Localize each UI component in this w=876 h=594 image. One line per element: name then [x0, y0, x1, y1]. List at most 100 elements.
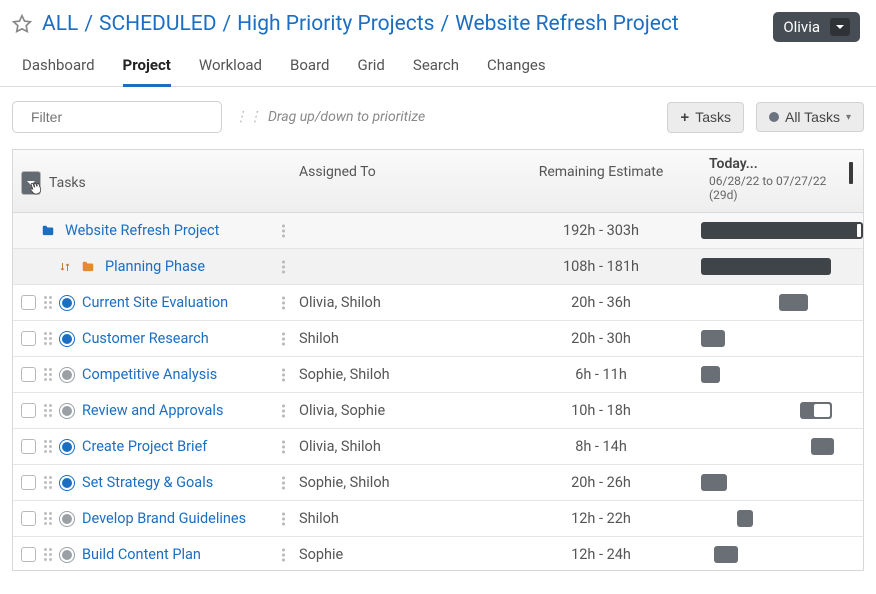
crumb-scheduled[interactable]: SCHEDULED	[99, 12, 216, 36]
bullet-icon	[769, 112, 779, 122]
all-tasks-filter[interactable]: All Tasks ▾	[756, 102, 864, 132]
crumb-current[interactable]: Website Refresh Project	[455, 12, 679, 36]
task-checkbox[interactable]	[21, 331, 36, 346]
drag-handle[interactable]	[44, 296, 52, 309]
assigned-value: Sophie, Shiloh	[299, 474, 390, 491]
collapse-all-toggle[interactable]	[21, 171, 41, 195]
star-icon[interactable]	[12, 14, 32, 34]
drag-handle[interactable]	[44, 368, 52, 381]
row-menu[interactable]	[282, 404, 285, 417]
drag-handle[interactable]	[44, 512, 52, 525]
task-checkbox[interactable]	[21, 403, 36, 418]
gantt-bar[interactable]	[701, 474, 727, 491]
drag-handle[interactable]	[44, 440, 52, 453]
estimate-value: 12h - 22h	[571, 510, 631, 527]
tab-dashboard[interactable]: Dashboard	[22, 50, 95, 87]
caret-down-icon: ▾	[846, 112, 851, 123]
timeline-cell	[701, 321, 863, 356]
filter-input-wrap[interactable]	[12, 101, 222, 133]
breadcrumb: ALL / SCHEDULED / High Priority Projects…	[12, 12, 679, 36]
tab-search[interactable]: Search	[413, 50, 459, 87]
add-tasks-button[interactable]: + Tasks	[667, 102, 744, 133]
status-bullet[interactable]	[60, 476, 74, 490]
crumb-all[interactable]: ALL	[42, 12, 78, 36]
folder-icon	[39, 224, 57, 238]
filter-input[interactable]	[29, 108, 214, 126]
tab-project[interactable]: Project	[123, 50, 171, 87]
task-checkbox[interactable]	[21, 511, 36, 526]
task-checkbox[interactable]	[21, 475, 36, 490]
grid-body: Website Refresh Project 192h - 303h Plan…	[13, 213, 863, 570]
user-menu[interactable]: Olivia	[773, 12, 860, 42]
status-bullet[interactable]	[60, 404, 74, 418]
gantt-bar[interactable]	[701, 222, 863, 239]
row-menu[interactable]	[282, 512, 285, 525]
drag-handle[interactable]	[44, 548, 52, 561]
gantt-bar[interactable]	[714, 546, 738, 563]
timeline-cell	[701, 501, 863, 536]
drag-handle[interactable]	[44, 476, 52, 489]
caret-down-icon	[830, 18, 850, 36]
task-name[interactable]: Competitive Analysis	[82, 366, 217, 383]
folder-name[interactable]: Planning Phase	[105, 258, 205, 275]
task-checkbox[interactable]	[21, 367, 36, 382]
col-tasks-label: Tasks	[49, 175, 86, 191]
row-menu[interactable]	[282, 548, 285, 561]
gantt-bar[interactable]	[701, 258, 831, 275]
task-name[interactable]: Set Strategy & Goals	[82, 474, 213, 491]
tab-grid[interactable]: Grid	[357, 50, 384, 87]
timeline-today-label: Today...	[709, 156, 855, 172]
row-menu[interactable]	[282, 296, 285, 309]
row-menu[interactable]	[282, 332, 285, 345]
crumb-folder[interactable]: High Priority Projects	[237, 12, 434, 36]
timeline-cell	[701, 357, 863, 392]
task-name[interactable]: Customer Research	[82, 330, 209, 347]
task-name[interactable]: Build Content Plan	[82, 546, 201, 563]
status-bullet[interactable]	[60, 368, 74, 382]
task-grid: Tasks Assigned To Remaining Estimate Tod…	[12, 149, 864, 571]
row-menu[interactable]	[282, 368, 285, 381]
grip-icon: ⋮⋮	[234, 109, 262, 125]
task-row: Develop Brand Guidelines Shiloh 12h - 22…	[13, 501, 863, 537]
drag-handle[interactable]	[44, 404, 52, 417]
gantt-bar[interactable]	[811, 438, 834, 455]
task-checkbox[interactable]	[21, 439, 36, 454]
gantt-bar[interactable]	[701, 330, 725, 347]
col-timeline-header[interactable]: Today... 06/28/22 to 07/27/22 (29d)	[701, 150, 863, 212]
tab-workload[interactable]: Workload	[199, 50, 262, 87]
task-name[interactable]: Review and Approvals	[82, 402, 223, 419]
drag-hint-text: Drag up/down to prioritize	[268, 109, 425, 125]
estimate-value: 20h - 30h	[571, 330, 631, 347]
gantt-bar[interactable]	[737, 510, 753, 527]
estimate-value: 12h - 24h	[571, 546, 631, 563]
status-bullet[interactable]	[60, 332, 74, 346]
folder-icon	[79, 260, 97, 274]
status-bullet[interactable]	[60, 440, 74, 454]
row-menu[interactable]	[282, 440, 285, 453]
gantt-bar[interactable]	[779, 294, 808, 311]
tab-changes[interactable]: Changes	[487, 50, 546, 87]
row-menu[interactable]	[282, 260, 285, 273]
task-name[interactable]: Current Site Evaluation	[82, 294, 228, 311]
assigned-value: Sophie	[299, 546, 343, 563]
row-menu[interactable]	[282, 224, 285, 237]
col-assigned-label[interactable]: Assigned To	[291, 150, 501, 212]
status-bullet[interactable]	[60, 512, 74, 526]
drag-handle[interactable]	[44, 332, 52, 345]
estimate-value: 20h - 26h	[571, 474, 631, 491]
task-checkbox[interactable]	[21, 547, 36, 562]
col-estimate-label[interactable]: Remaining Estimate	[501, 150, 701, 212]
gantt-bar[interactable]	[701, 366, 720, 383]
all-tasks-label: All Tasks	[785, 109, 840, 125]
folder-name[interactable]: Website Refresh Project	[65, 222, 219, 239]
row-menu[interactable]	[282, 476, 285, 489]
status-bullet[interactable]	[60, 296, 74, 310]
task-name[interactable]: Create Project Brief	[82, 438, 207, 455]
task-row: Competitive Analysis Sophie, Shiloh 6h -…	[13, 357, 863, 393]
estimate-value: 20h - 36h	[571, 294, 631, 311]
gantt-bar[interactable]	[800, 402, 832, 419]
task-checkbox[interactable]	[21, 295, 36, 310]
tab-board[interactable]: Board	[290, 50, 329, 87]
task-name[interactable]: Develop Brand Guidelines	[82, 510, 246, 527]
status-bullet[interactable]	[60, 548, 74, 562]
